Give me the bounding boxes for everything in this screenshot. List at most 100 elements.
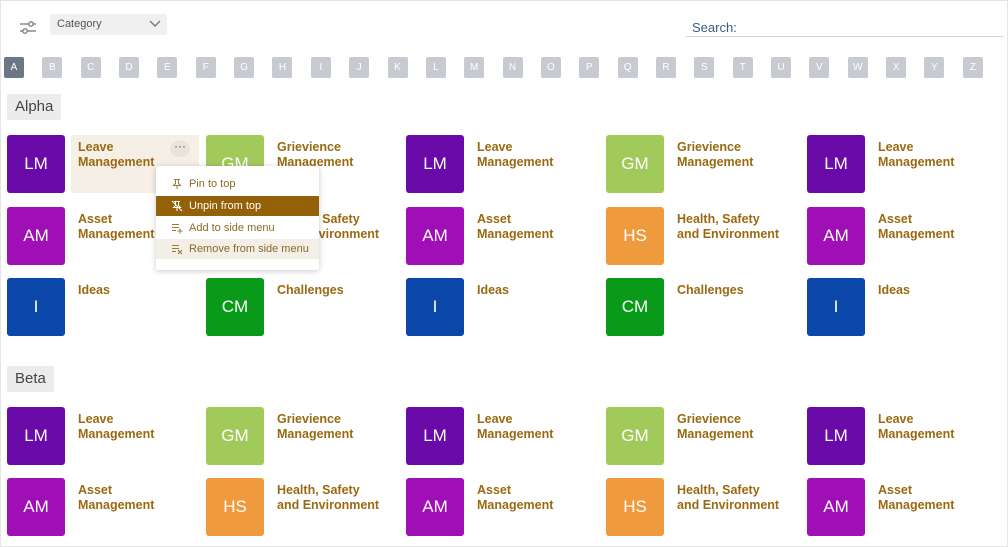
- app-name: Asset Management: [477, 483, 595, 512]
- section-title-beta: Beta: [7, 366, 54, 392]
- letter-filter-q[interactable]: Q: [617, 57, 638, 78]
- app-tile[interactable]: AM Asset Management: [7, 478, 197, 538]
- more-options-icon[interactable]: ···: [170, 140, 190, 157]
- section-title-alpha: Alpha: [7, 94, 62, 120]
- app-tile[interactable]: I Ideas: [807, 278, 997, 338]
- letter-filter-g[interactable]: G: [234, 57, 255, 78]
- letter-filter-l[interactable]: L: [425, 57, 446, 78]
- menu-item-add-to-side-menu[interactable]: Add to side menu: [156, 218, 319, 238]
- app-icon-badge: LM: [7, 135, 65, 193]
- app-tile[interactable]: AM Asset Management: [406, 207, 596, 267]
- app-tile[interactable]: HS Health, Safetyand Environment: [606, 478, 796, 538]
- app-tile[interactable]: HS Health, Safetyand Environment: [206, 478, 396, 538]
- letter-filter-u[interactable]: U: [771, 57, 791, 78]
- app-name-line: Ideas: [78, 283, 110, 297]
- app-icon-badge: I: [406, 278, 464, 336]
- app-name-line: Health, Safety: [677, 212, 760, 226]
- category-dropdown[interactable]: Category: [50, 14, 167, 35]
- category-label: Category: [57, 18, 102, 30]
- app-tile[interactable]: LM Leave Management: [807, 407, 997, 467]
- app-tile[interactable]: AM Asset Management: [807, 478, 997, 538]
- letter-filter-p[interactable]: P: [579, 57, 600, 78]
- app-name-line: and Environment: [677, 497, 780, 512]
- app-name-line: Challenges: [677, 283, 744, 297]
- letter-filter-y[interactable]: Y: [924, 57, 945, 78]
- app-icon-badge: LM: [406, 407, 464, 465]
- letter-filter-x[interactable]: X: [886, 57, 907, 78]
- app-name-line: Management: [878, 154, 955, 169]
- app-tile[interactable]: LM Leave Management: [807, 135, 997, 195]
- app-name-line: Challenges: [277, 283, 344, 297]
- app-tile[interactable]: AM Asset Management: [406, 478, 596, 538]
- letter-filter-z[interactable]: Z: [962, 57, 983, 78]
- app-icon-badge: GM: [606, 135, 664, 193]
- letter-filter-b[interactable]: B: [42, 57, 63, 78]
- letter-filter-m[interactable]: M: [464, 57, 485, 78]
- app-tile[interactable]: AM Asset Management: [807, 207, 997, 267]
- app-tile[interactable]: I Ideas: [7, 278, 197, 338]
- letter-filter-i[interactable]: I: [310, 57, 331, 78]
- app-name: Asset Management: [878, 212, 996, 241]
- app-name: Grievience Management: [277, 140, 395, 169]
- app-name-line: Management: [477, 426, 554, 441]
- letter-filter-o[interactable]: O: [540, 57, 561, 78]
- app-name-line: Leave: [878, 412, 914, 426]
- letter-filter-k[interactable]: K: [387, 57, 408, 78]
- app-name: Ideas: [477, 283, 595, 298]
- letter-filter-c[interactable]: C: [80, 57, 101, 78]
- letter-filter-n[interactable]: N: [502, 57, 523, 78]
- app-name: Challenges: [677, 283, 795, 298]
- app-name: Leave Management: [477, 140, 595, 169]
- letter-filter-r[interactable]: R: [655, 57, 676, 78]
- letter-filter-t[interactable]: T: [732, 57, 753, 78]
- app-tile[interactable]: GM Grievience Management: [606, 135, 796, 195]
- app-name-line: Management: [878, 497, 955, 512]
- app-name: Health, Safetyand Environment: [677, 483, 795, 512]
- app-name: Leave Management: [878, 140, 996, 169]
- search-input[interactable]: [686, 36, 1004, 37]
- app-tile[interactable]: LM Leave Management: [406, 407, 596, 467]
- app-tile[interactable]: HS Health, Safetyand Environment: [606, 207, 796, 267]
- app-icon-badge: CM: [206, 278, 264, 336]
- letter-filter-e[interactable]: E: [157, 57, 178, 78]
- app-name: Asset Management: [878, 483, 996, 512]
- app-name-line: Leave: [477, 140, 513, 154]
- app-name-line: Grievience: [277, 140, 341, 154]
- letter-filter-w[interactable]: W: [847, 57, 868, 78]
- menu-item-remove-from-side-menu[interactable]: Remove from side menu: [156, 239, 319, 259]
- app-icon-badge: AM: [406, 478, 464, 536]
- letter-filter-s[interactable]: S: [694, 57, 715, 78]
- app-tile[interactable]: I Ideas: [406, 278, 596, 338]
- app-icon-badge: LM: [807, 407, 865, 465]
- app-name-line: Management: [878, 426, 955, 441]
- app-tile[interactable]: CM Challenges: [206, 278, 396, 338]
- app-name: Leave Management: [477, 412, 595, 441]
- app-name-line: Grievience: [677, 140, 741, 154]
- app-name-line: Management: [477, 497, 554, 512]
- app-tile[interactable]: LM Leave Management: [7, 407, 197, 467]
- app-name: Ideas: [878, 283, 996, 298]
- app-name-line: Management: [677, 154, 754, 169]
- letter-filter-v[interactable]: V: [809, 57, 830, 78]
- letter-filter-f[interactable]: F: [195, 57, 216, 78]
- letter-filter-j[interactable]: J: [349, 57, 370, 78]
- letter-filter-d[interactable]: D: [119, 57, 140, 78]
- app-name: Health, Safetyand Environment: [677, 212, 795, 241]
- menu-item-label: Pin to top: [189, 178, 236, 190]
- app-tile[interactable]: CM Challenges: [606, 278, 796, 338]
- app-name-line: Leave: [477, 412, 513, 426]
- menu-item-unpin-from-top[interactable]: Unpin from top: [156, 196, 319, 216]
- app-icon-badge: CM: [606, 278, 664, 336]
- app-tile[interactable]: LM Leave Management: [406, 135, 596, 195]
- app-tile[interactable]: GM Grievience Management: [606, 407, 796, 467]
- app-name-line: Grievience: [677, 412, 741, 426]
- filter-sliders-icon[interactable]: [19, 20, 37, 36]
- letter-filter-a[interactable]: A: [4, 57, 24, 78]
- app-name-line: Leave: [78, 412, 114, 426]
- letter-filter-h[interactable]: H: [272, 57, 293, 78]
- menu-item-label: Remove from side menu: [189, 243, 309, 255]
- app-tile[interactable]: GM Grievience Management: [206, 407, 396, 467]
- unpin-icon: [171, 200, 183, 212]
- app-name-line: Management: [677, 426, 754, 441]
- menu-item-pin-to-top[interactable]: Pin to top: [156, 174, 319, 194]
